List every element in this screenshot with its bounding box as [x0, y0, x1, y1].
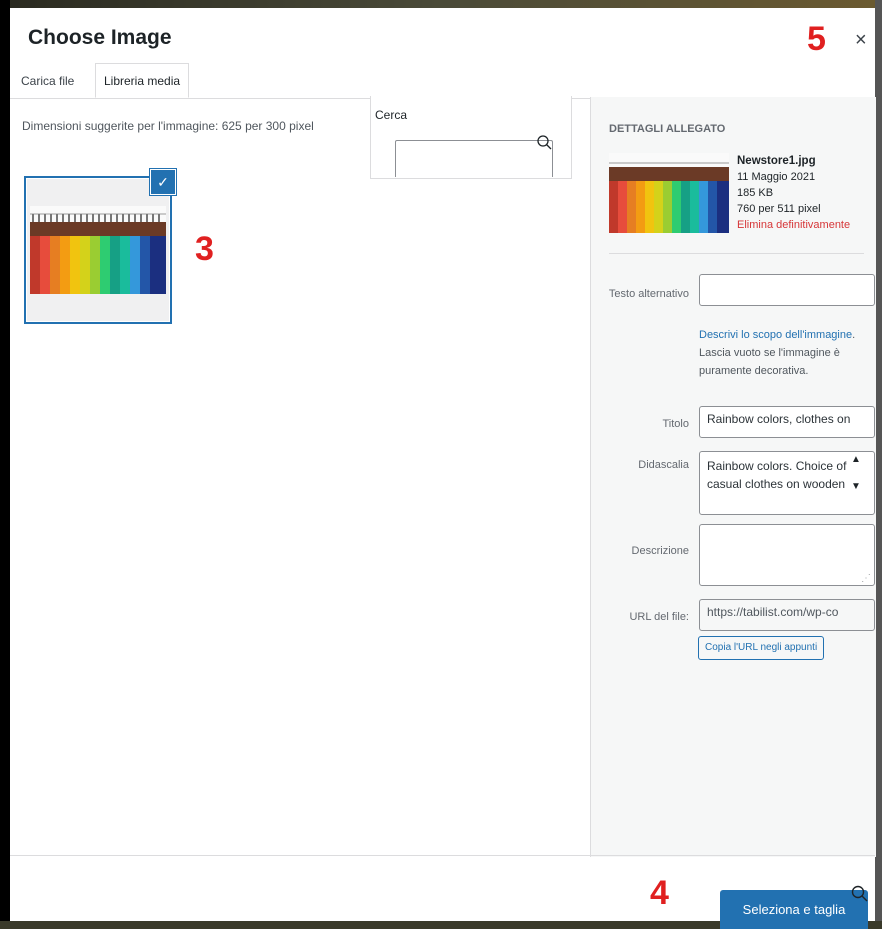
caption-textarea[interactable]: Rainbow colors. Choice of casual clothes… [699, 451, 875, 515]
search-label: Cerca [375, 108, 408, 122]
description-label: Descrizione [631, 545, 689, 557]
alt-text-help-link[interactable]: Descrivi lo scopo dell'immagine [699, 329, 852, 341]
footer-divider-left [10, 855, 590, 856]
search-icon [537, 135, 552, 150]
media-modal: Choose Image 5 × Carica file Libreria me… [10, 8, 876, 929]
tab-media-library[interactable]: Libreria media [95, 63, 190, 98]
copy-url-button[interactable]: Copia l'URL negli appunti [698, 636, 825, 660]
attachment-filename: Newstore1.jpg [737, 155, 816, 167]
attachment-details-sidebar: DETTAGLI ALLEGATO Newstore1.jpg 11 Maggi… [590, 97, 876, 857]
background-left [0, 0, 10, 921]
resize-handle-icon[interactable]: ⋰ [861, 573, 871, 584]
file-url-label: URL del file: [629, 611, 689, 623]
search-panel: Cerca [370, 96, 572, 179]
footer-divider-right [590, 855, 875, 856]
annotation-marker-5: 5 [807, 20, 826, 58]
alt-text-label: Testo alternativo [608, 288, 689, 300]
attachment-date: 11 Maggio 2021 [737, 171, 816, 183]
selected-checkmark-icon[interactable]: ✓ [150, 169, 176, 195]
tab-bar: Carica file Libreria media [10, 63, 875, 99]
file-url-input[interactable]: https://tabilist.com/wp-co [699, 599, 875, 631]
magnifier-icon [851, 885, 868, 902]
select-and-crop-button[interactable]: Seleziona e taglia [720, 890, 868, 929]
attachment-thumbnail[interactable] [24, 176, 172, 324]
attachment-dimensions: 760 per 511 pixel [737, 203, 821, 215]
description-textarea[interactable] [699, 524, 875, 586]
attachment-details-heading: DETTAGLI ALLEGATO [609, 123, 726, 135]
background-right [875, 0, 882, 921]
title-input[interactable]: Rainbow colors, clothes on [699, 406, 875, 438]
thumbnail-image [30, 206, 166, 294]
tab-upload-files[interactable]: Carica file [12, 63, 83, 98]
caption-label: Didascalia [638, 459, 689, 471]
modal-title: Choose Image [28, 26, 172, 49]
sidebar-divider [609, 253, 864, 254]
details-thumbnail-image [609, 153, 729, 233]
search-input[interactable] [395, 140, 553, 177]
attachment-meta: Newstore1.jpg 11 Maggio 2021 185 KB 760 … [737, 153, 850, 233]
annotation-marker-3: 3 [195, 230, 214, 268]
annotation-marker-4: 4 [650, 874, 669, 912]
alt-text-help: Descrivi lo scopo dell'immagine. Lascia … [699, 326, 871, 380]
delete-permanently-link[interactable]: Elimina definitivamente [737, 217, 850, 233]
alt-text-input[interactable] [699, 274, 875, 306]
scroll-up-icon[interactable]: ▲ [851, 454, 861, 465]
close-icon[interactable]: × [855, 30, 867, 50]
attachment-filesize: 185 KB [737, 187, 774, 199]
suggested-size-text: Dimensioni suggerite per l'immagine: 625… [22, 119, 314, 133]
background-top [0, 0, 882, 8]
title-label: Titolo [662, 418, 690, 430]
scroll-down-icon[interactable]: ▼ [851, 481, 861, 492]
